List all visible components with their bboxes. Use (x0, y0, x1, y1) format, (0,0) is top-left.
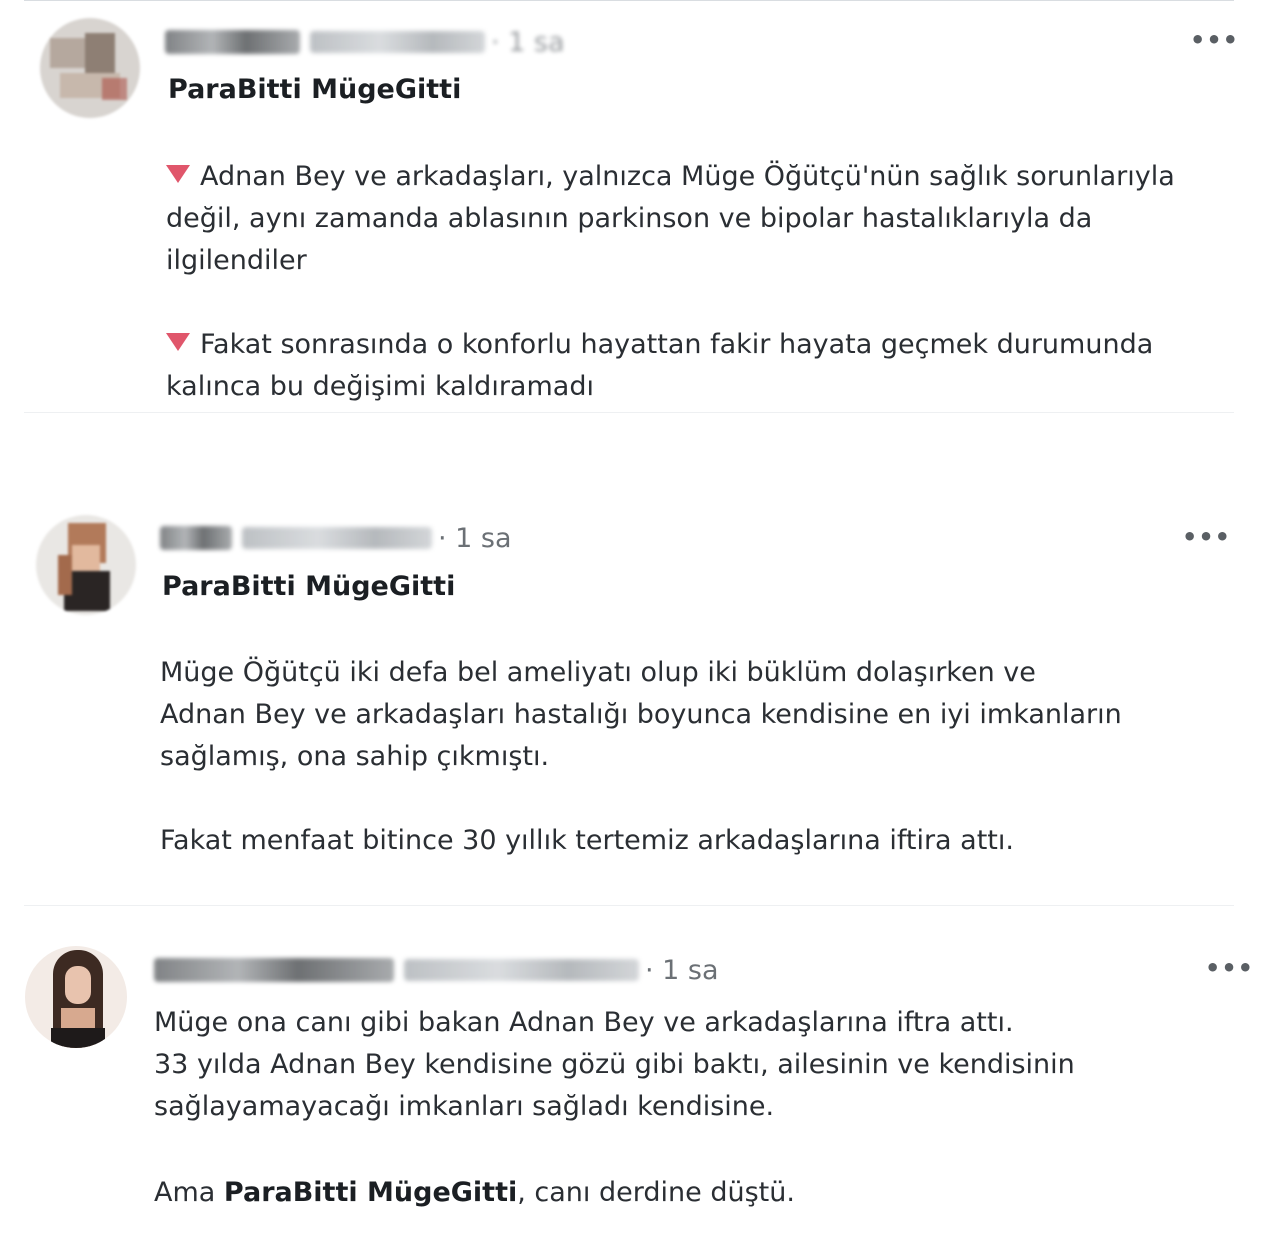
text-line: ilgilendiler (166, 245, 307, 276)
text-line: değil, aynı zamanda ablasının parkinson … (166, 203, 1093, 234)
author-name-blurred[interactable] (160, 526, 232, 550)
text-line: Fakat menfaat bitince 30 yıllık tertemiz… (160, 825, 1014, 856)
post-time[interactable]: · 1 sa (491, 27, 565, 58)
post-time[interactable]: · 1 sa (438, 523, 512, 554)
more-icon[interactable]: ••• (1190, 28, 1239, 52)
author-handle-blurred[interactable] (242, 527, 432, 549)
text-line: Adnan Bey ve arkadaşları, yalnızca Müge … (166, 156, 1175, 198)
avatar-pixel (58, 555, 72, 595)
more-icon[interactable]: ••• (1205, 956, 1254, 980)
post-paragraph: Fakat menfaat bitince 30 yıllık tertemiz… (160, 820, 1014, 862)
text-line: Adnan Bey ve arkadaşları hastalığı boyun… (160, 699, 1122, 730)
red-triangle-down-icon (166, 333, 190, 351)
author-name-blurred[interactable] (154, 958, 394, 982)
post-meta: · 1 sa (165, 22, 565, 62)
avatar-pixel (65, 966, 91, 1004)
author-name-blurred[interactable] (165, 30, 300, 54)
text-line: sağlayamayacağı imkanları sağladı kendis… (154, 1091, 775, 1122)
hashtag-parabitti-mugegitti[interactable]: ParaBitti MügeGitti (224, 1177, 517, 1208)
avatar-pixel (51, 1028, 105, 1048)
post-paragraph: Ama ParaBitti MügeGitti, canı derdine dü… (154, 1172, 795, 1214)
avatar-pixel (72, 545, 100, 571)
post-meta: · 1 sa (154, 950, 719, 990)
avatar-pixel (85, 33, 115, 73)
text-line: kalınca bu değişimi kaldıramadı (166, 371, 594, 402)
text-line: Müge Öğütçü iki defa bel ameliyatı olup … (160, 657, 1036, 688)
post-paragraph: Adnan Bey ve arkadaşları, yalnızca Müge … (166, 156, 1175, 282)
post-divider (24, 905, 1234, 906)
author-handle-blurred[interactable] (404, 959, 639, 981)
closing-prefix: Ama (154, 1177, 224, 1208)
line-text: Fakat sonrasında o konforlu hayattan fak… (200, 329, 1154, 360)
text-line: Fakat sonrasında o konforlu hayattan fak… (166, 324, 1153, 366)
text-line: 33 yılda Adnan Bey kendisine gözü gibi b… (154, 1049, 1075, 1080)
avatar-pixel (102, 78, 127, 100)
top-border (24, 0, 1234, 1)
post-title: ParaBitti MügeGitti (168, 74, 462, 105)
post-divider (24, 412, 1234, 413)
post-meta: · 1 sa (160, 518, 512, 558)
text-line: Müge ona canı gibi bakan Adnan Bey ve ar… (154, 1007, 1014, 1038)
author-handle-blurred[interactable] (310, 31, 485, 53)
text-line: sağlamış, ona sahip çıkmıştı. (160, 741, 550, 772)
post-title: ParaBitti MügeGitti (162, 571, 456, 602)
line-text: Adnan Bey ve arkadaşları, yalnızca Müge … (200, 161, 1175, 192)
avatar-pixel (50, 38, 85, 68)
closing-suffix: , canı derdine düştü. (517, 1177, 795, 1208)
avatar[interactable] (40, 18, 140, 118)
avatar[interactable] (25, 946, 127, 1048)
post-paragraph: Müge ona canı gibi bakan Adnan Bey ve ar… (154, 1002, 1075, 1128)
post-paragraph: Müge Öğütçü iki defa bel ameliyatı olup … (160, 652, 1122, 778)
avatar[interactable] (36, 515, 136, 615)
more-icon[interactable]: ••• (1182, 525, 1231, 549)
post-paragraph: Fakat sonrasında o konforlu hayattan fak… (166, 324, 1153, 408)
post-time[interactable]: · 1 sa (645, 955, 719, 986)
red-triangle-down-icon (166, 165, 190, 183)
